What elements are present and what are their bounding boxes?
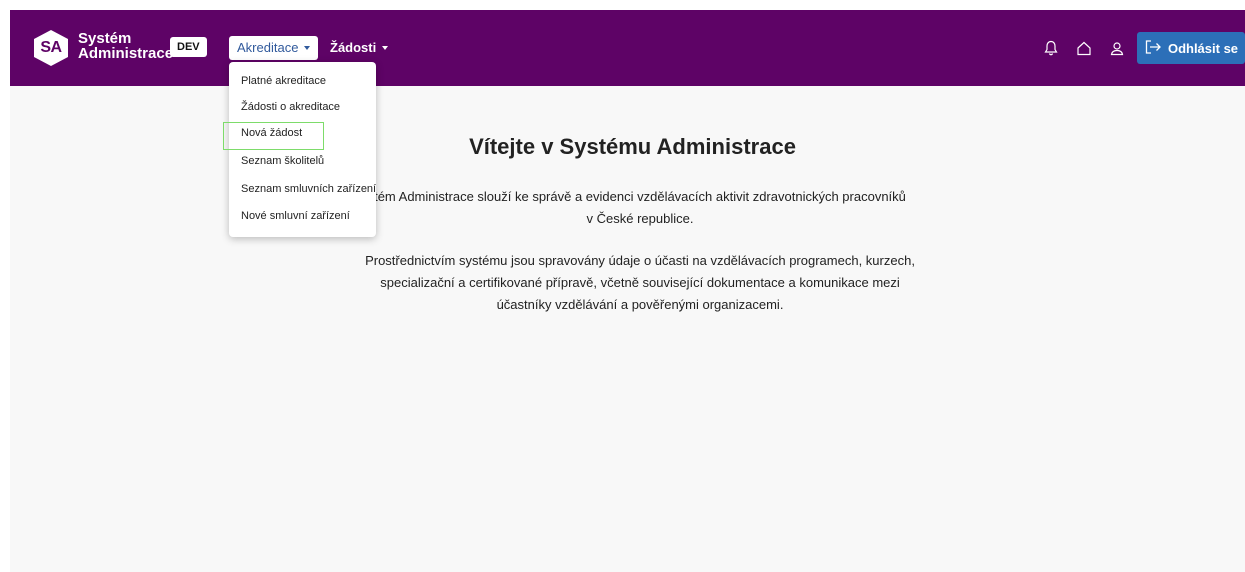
intro-line-2: v České republice. — [586, 211, 694, 226]
chevron-down-icon — [304, 46, 311, 50]
nav-zadosti-label: Žádosti — [330, 40, 377, 55]
logout-label: Odhlásit se — [1167, 40, 1239, 56]
menu-item-seznam-smluvnich-zarizeni[interactable]: Seznam smluvních zařízení — [241, 183, 376, 195]
logout-icon — [1144, 39, 1162, 58]
intro-line-1: tém Administrace slouží ke správě a evid… — [374, 189, 906, 204]
menu-item-nove-smluvni-zarizeni[interactable]: Nové smluvní zařízení — [241, 210, 350, 222]
nav-zadosti-button[interactable]: Žádosti — [324, 36, 394, 60]
logo-icon[interactable]: SA — [34, 30, 68, 66]
home-icon[interactable] — [1073, 37, 1095, 59]
menu-item-zadosti-o-akreditace[interactable]: Žádosti o akreditace — [241, 101, 340, 113]
description-paragraph: Prostřednictvím systému jsou spravovány … — [340, 250, 940, 316]
page-title: Vítejte v Systému Administrace — [469, 134, 796, 159]
environment-badge: DEV — [170, 37, 207, 57]
highlight-box — [223, 122, 324, 150]
logout-button[interactable]: Odhlásit se — [1137, 32, 1245, 64]
bell-icon[interactable] — [1040, 37, 1062, 59]
user-icon[interactable] — [1106, 37, 1128, 59]
description-line-3: účastníky vzdělávání a pověřenými organi… — [496, 297, 784, 312]
akreditace-dropdown-menu: Platné akreditace Žádosti o akreditace N… — [223, 62, 376, 237]
app-title-line2: Administrace — [78, 45, 174, 62]
app-frame: SA Systém Administrace DEV Akreditace Žá… — [10, 10, 1245, 572]
app-title-line1: Systém — [78, 30, 132, 47]
intro-paragraph: tém Administrace slouží ke správě a evid… — [340, 186, 940, 230]
nav-akreditace-label: Akreditace — [237, 40, 299, 55]
top-navigation-bar: SA Systém Administrace DEV Akreditace Žá… — [10, 10, 1245, 86]
description-line-2: specializační a certifikované přípravě, … — [380, 275, 900, 290]
description-line-1: Prostřednictvím systému jsou spravovány … — [365, 253, 915, 268]
menu-item-seznam-skolitelu[interactable]: Seznam školitelů — [241, 155, 324, 167]
app-title: Systém Administrace — [78, 31, 173, 61]
nav-akreditace-button[interactable]: Akreditace — [229, 36, 319, 60]
menu-item-platne-akreditace[interactable]: Platné akreditace — [241, 75, 326, 87]
chevron-down-icon — [382, 46, 389, 50]
